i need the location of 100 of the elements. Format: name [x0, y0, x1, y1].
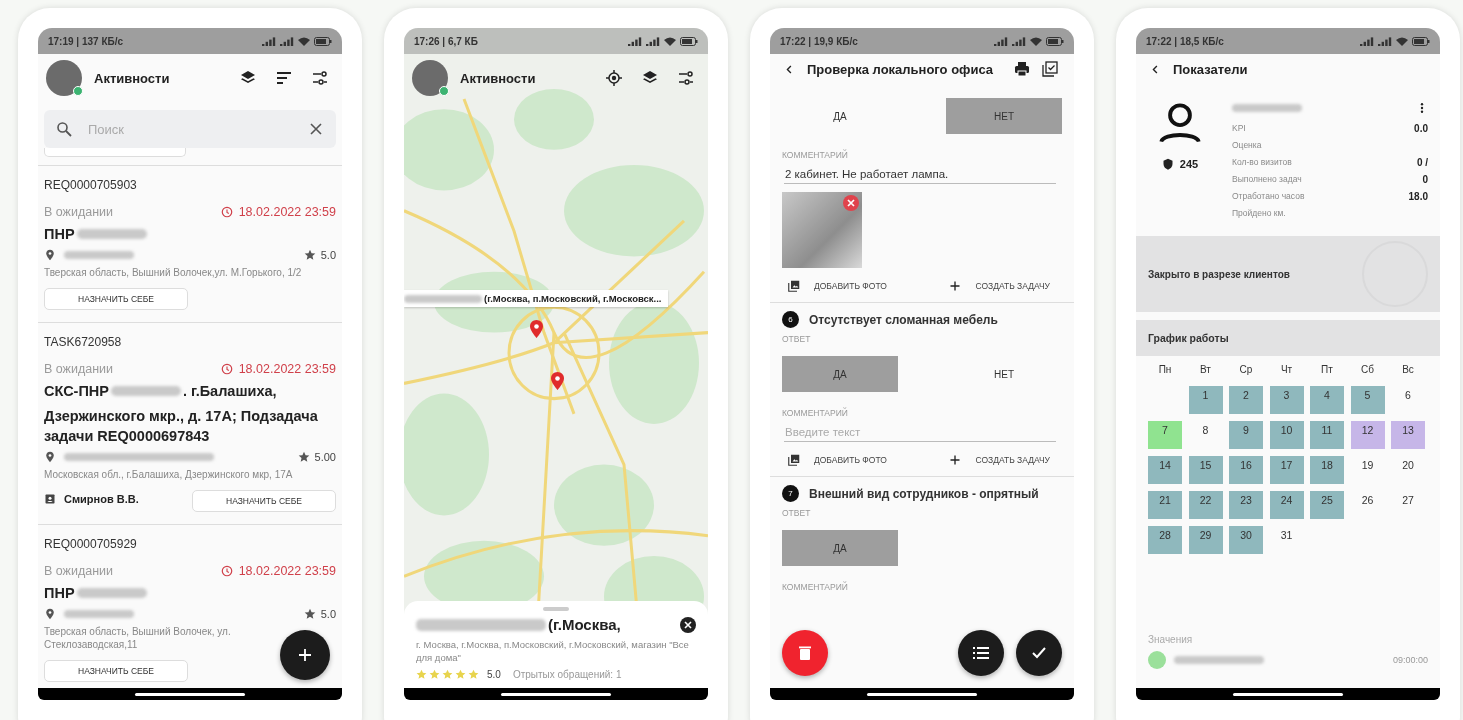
metric-label: Пройдено км.: [1232, 208, 1286, 218]
printer-icon[interactable]: [1014, 61, 1030, 77]
question-number: 6: [782, 311, 799, 328]
metric-value: 0 /: [1416, 156, 1428, 168]
star-icon: [442, 669, 453, 680]
calendar-day[interactable]: 27: [1391, 491, 1425, 519]
filter-icon[interactable]: [312, 70, 328, 86]
checklist-icon[interactable]: [1042, 61, 1058, 77]
calendar-day[interactable]: 15: [1188, 456, 1223, 484]
time-value: 09:00:00: [1392, 655, 1428, 665]
star-icon: [429, 669, 440, 680]
home-indicator[interactable]: [135, 692, 245, 696]
calendar-day[interactable]: 20: [1391, 456, 1425, 484]
calendar-day[interactable]: 30: [1229, 526, 1263, 554]
comment-label: КОММЕНТАРИЙ: [782, 582, 849, 592]
layers-icon[interactable]: [642, 70, 658, 86]
calendar-day[interactable]: 16: [1229, 456, 1263, 484]
clock-icon: [220, 565, 233, 577]
contact-card-icon: [44, 493, 56, 505]
close-icon[interactable]: [308, 121, 324, 137]
locate-icon[interactable]: [606, 70, 622, 86]
calendar-day[interactable]: 7: [1148, 421, 1182, 449]
blurred-text: [64, 610, 134, 618]
calendar-day[interactable]: 24: [1269, 491, 1304, 519]
delete-button[interactable]: [782, 630, 828, 676]
signal-icon: [1360, 36, 1374, 46]
calendar-day[interactable]: 19: [1350, 456, 1385, 484]
calendar-day[interactable]: 11: [1310, 421, 1344, 449]
weekday-label: Пт: [1320, 364, 1334, 377]
avatar[interactable]: [46, 60, 82, 96]
calendar-day[interactable]: 21: [1148, 491, 1182, 519]
create-task-button[interactable]: СОЗДАТЬ ЗАДАЧУ: [949, 280, 1050, 292]
assign-button[interactable]: НАЗНАЧИТЬ СЕБЕ: [44, 660, 188, 682]
calendar-day[interactable]: 9: [1229, 421, 1263, 449]
close-icon[interactable]: [680, 616, 696, 633]
home-indicator[interactable]: [501, 692, 611, 696]
comment-field[interactable]: 2 кабинет. Не работает лампа.: [784, 166, 1056, 184]
calendar-day[interactable]: 23: [1229, 491, 1263, 519]
wifi-icon: [298, 36, 310, 46]
question-number: 7: [782, 485, 799, 502]
map-pin-icon[interactable]: [530, 320, 543, 338]
task-title: СКС-ПНР: [44, 382, 109, 401]
assign-button[interactable]: НАЗНАЧИТЬ СЕБЕ: [44, 288, 188, 310]
metric-value: 18.0: [1408, 190, 1428, 202]
answer-option[interactable]: ДА: [782, 356, 898, 392]
assignee-name: Смирнов В.В.: [64, 493, 139, 505]
calendar-day[interactable]: 26: [1350, 491, 1385, 519]
confirm-button[interactable]: [1016, 630, 1062, 676]
comment-field[interactable]: Введите текст: [784, 424, 1056, 442]
drag-handle[interactable]: [543, 607, 569, 611]
calendar-day[interactable]: 4: [1310, 386, 1344, 414]
home-indicator[interactable]: [1233, 692, 1343, 696]
calendar-day[interactable]: 17: [1269, 456, 1304, 484]
calendar-day[interactable]: 6: [1391, 386, 1425, 414]
calendar-day[interactable]: 2: [1229, 386, 1263, 414]
calendar-day[interactable]: 1: [1188, 386, 1223, 414]
calendar-day[interactable]: 31: [1269, 526, 1304, 554]
answer-option[interactable]: НЕТ: [946, 98, 1062, 134]
star-icon: [297, 451, 310, 463]
add-photo-button[interactable]: ДОБАВИТЬ ФОТО: [788, 280, 887, 292]
calendar-day[interactable]: 12: [1350, 421, 1385, 449]
comment-label: КОММЕНТАРИЙ: [782, 150, 849, 160]
map-pin-icon[interactable]: [551, 372, 564, 390]
home-indicator[interactable]: [867, 692, 977, 696]
search-bar[interactable]: Поиск: [44, 110, 336, 148]
assign-button[interactable]: НАЗНАЧИТЬ СЕБЕ: [192, 490, 336, 512]
calendar-day[interactable]: 8: [1188, 421, 1223, 449]
remove-icon[interactable]: [843, 195, 859, 211]
plus-icon: [298, 648, 312, 662]
calendar-day[interactable]: 3: [1269, 386, 1304, 414]
create-task-button[interactable]: СОЗДАТЬ ЗАДАЧУ: [949, 454, 1050, 466]
answer-option[interactable]: ДА: [782, 98, 898, 134]
battery-icon: [680, 36, 698, 46]
calendar-day[interactable]: 29: [1188, 526, 1223, 554]
calendar-day[interactable]: 10: [1269, 421, 1304, 449]
blurred-text: [111, 386, 181, 396]
calendar-day[interactable]: 28: [1148, 526, 1182, 554]
star-icon: [416, 669, 427, 680]
summary-panel[interactable]: Закрыто в разрезе клиентов: [1136, 236, 1440, 312]
answer-option[interactable]: ДА: [782, 530, 898, 566]
map-callout[interactable]: (г.Москва, п.Московский, г.Московск...: [404, 290, 668, 307]
request-id: TASK6720958: [44, 335, 123, 349]
add-photo-button[interactable]: ДОБАВИТЬ ФОТО: [788, 454, 887, 466]
list-button[interactable]: [958, 630, 1004, 676]
rating-value: 5.00: [314, 451, 336, 463]
add-button[interactable]: [280, 630, 330, 680]
filter-icon[interactable]: [678, 70, 694, 86]
task-title: Дзержинского мкр., д. 17А; Подзадача задачи REQ0000697843: [44, 407, 319, 446]
calendar-day[interactable]: 25: [1310, 491, 1344, 519]
sort-icon[interactable]: [276, 70, 292, 86]
layers-icon[interactable]: [240, 70, 256, 86]
panel-title: Закрыто в разрезе клиентов: [1148, 268, 1290, 280]
search-field[interactable]: Поиск: [86, 120, 294, 138]
calendar-day[interactable]: 14: [1148, 456, 1182, 484]
calendar-day[interactable]: 18: [1310, 456, 1344, 484]
calendar-day[interactable]: 13: [1391, 421, 1425, 449]
calendar-day[interactable]: 22: [1188, 491, 1223, 519]
answer-option[interactable]: НЕТ: [946, 356, 1062, 392]
calendar-day[interactable]: 5: [1350, 386, 1385, 414]
screen-title: Проверка локального офиса: [807, 61, 995, 77]
